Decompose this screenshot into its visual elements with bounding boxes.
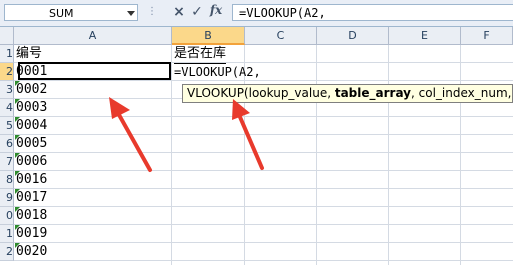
red-arrow-a bbox=[109, 97, 152, 172]
red-arrow-b bbox=[232, 99, 264, 170]
annotation-arrows bbox=[109, 97, 264, 172]
